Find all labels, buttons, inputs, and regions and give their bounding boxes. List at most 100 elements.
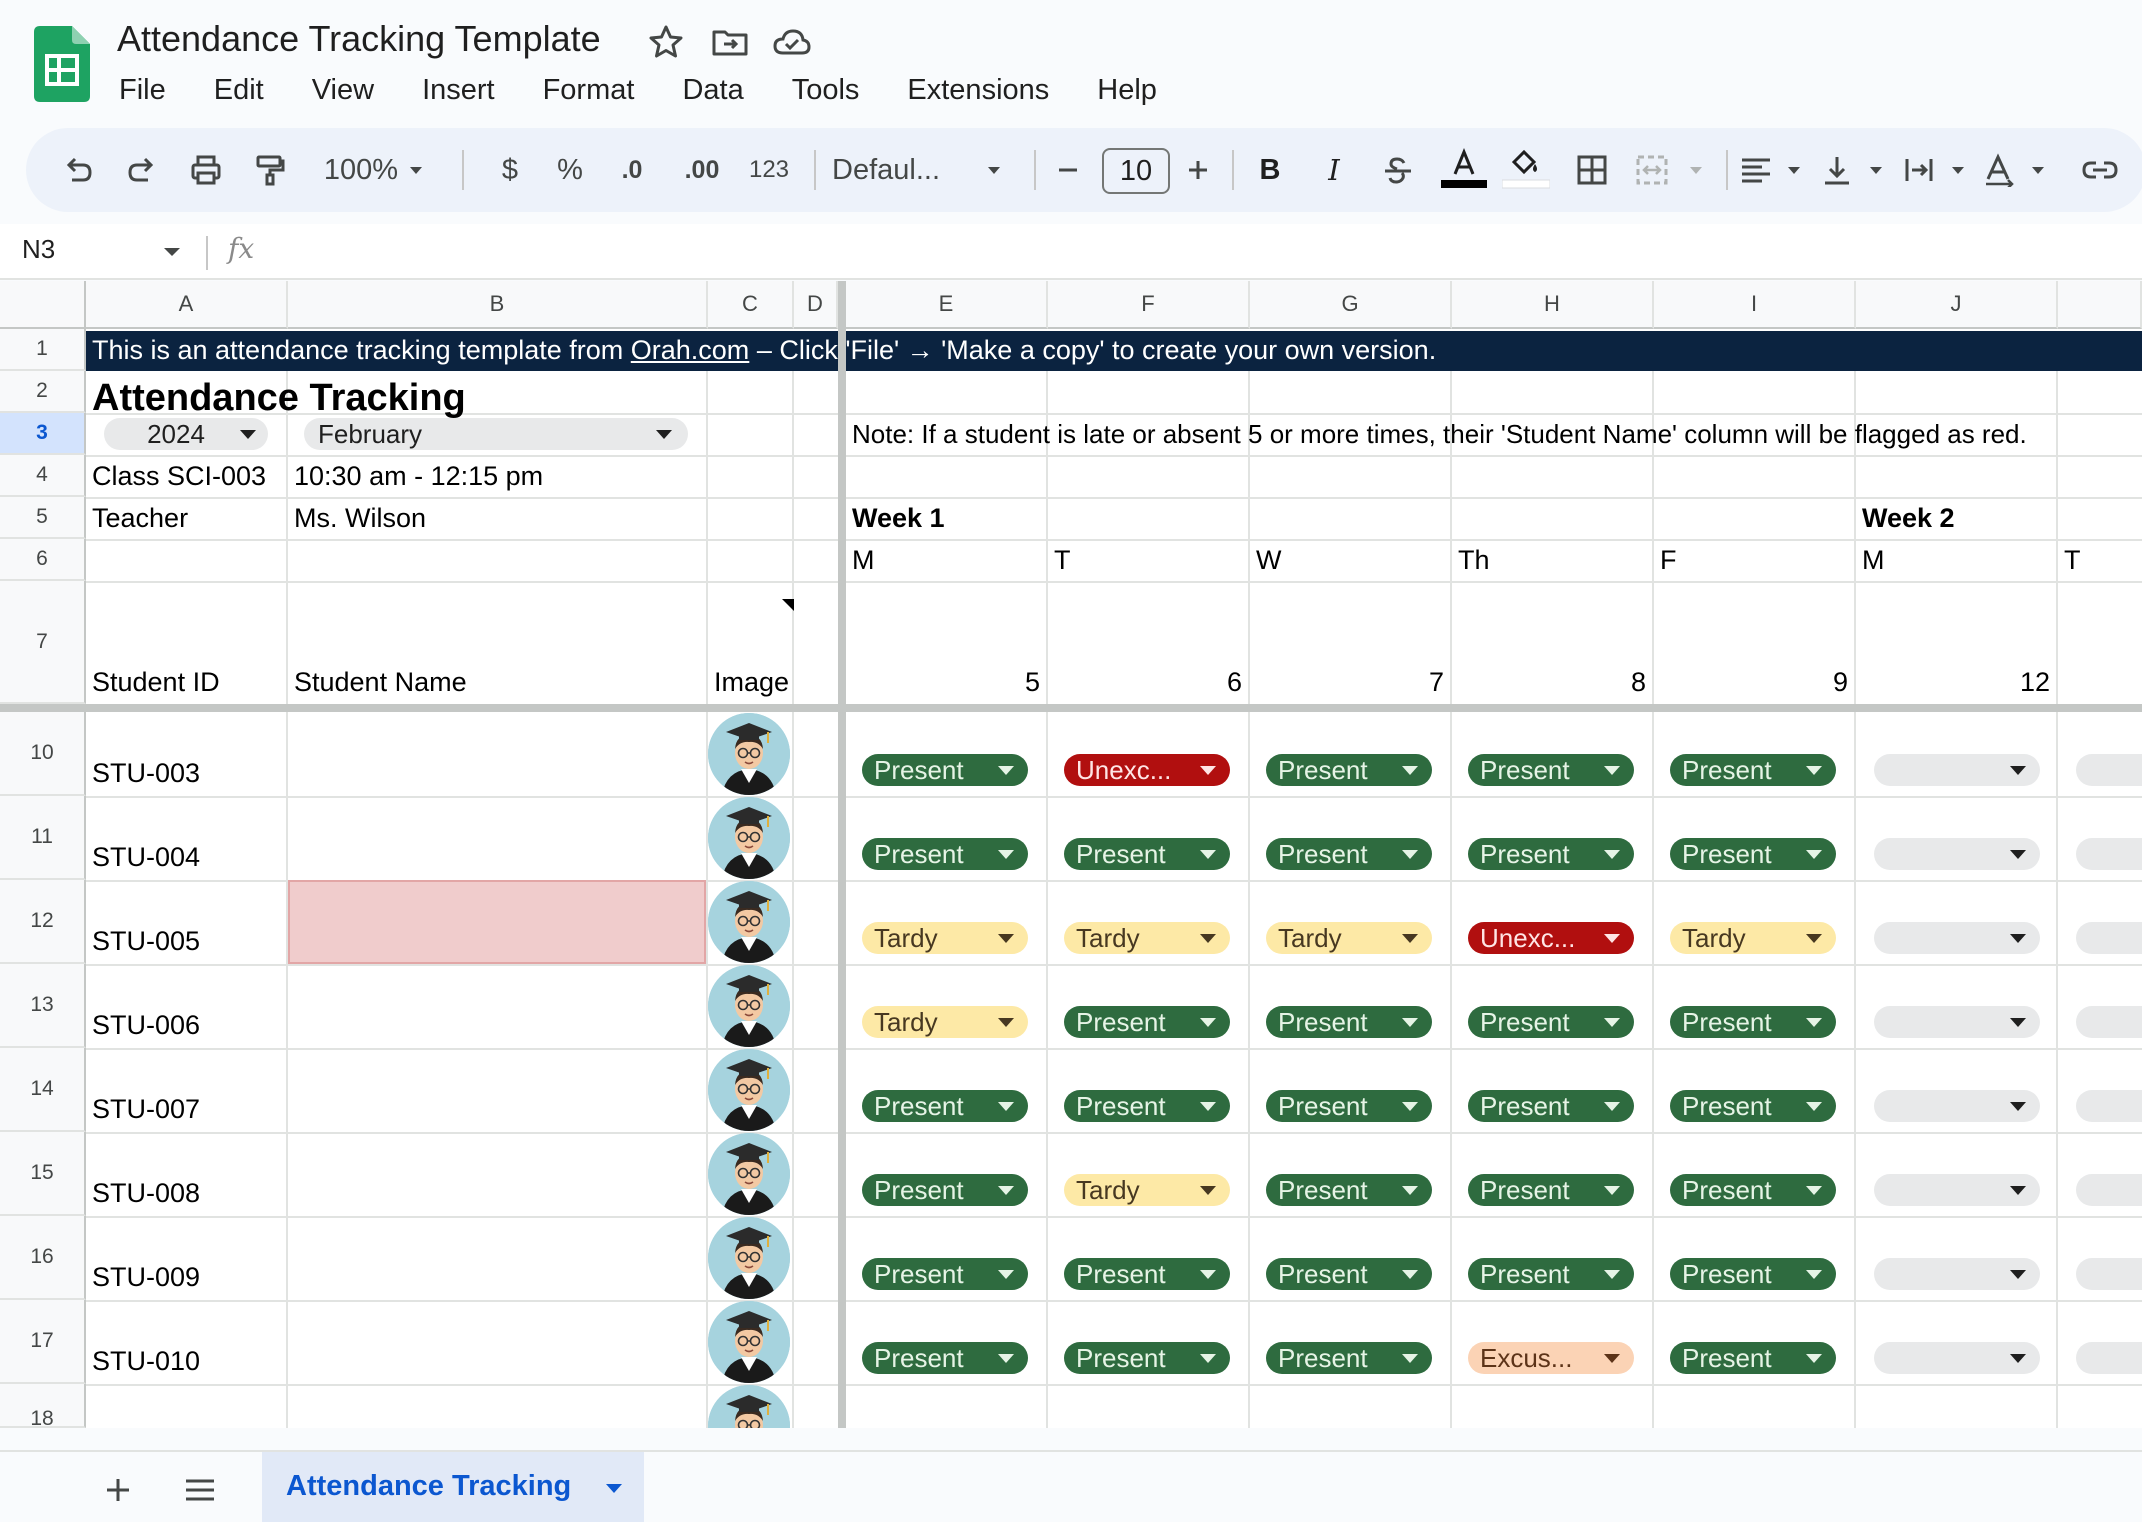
student-id-cell[interactable]: STU-006 [92, 1010, 200, 1041]
currency-format-button[interactable]: $ [488, 142, 532, 198]
column-header-e[interactable]: E [846, 281, 1048, 329]
attendance-status-dropdown[interactable]: Present [1670, 1342, 1836, 1374]
attendance-status-dropdown[interactable]: Present [1670, 1090, 1836, 1122]
column-header-b[interactable]: B [288, 281, 708, 329]
attendance-status-dropdown[interactable]: Present [1468, 1006, 1634, 1038]
attendance-status-dropdown[interactable]: Present [1266, 1090, 1432, 1122]
column-header-g[interactable]: G [1250, 281, 1452, 329]
italic-button[interactable]: I [1312, 142, 1356, 198]
name-box[interactable]: N3 [22, 234, 55, 265]
attendance-status-dropdown[interactable] [2076, 922, 2142, 954]
attendance-status-dropdown[interactable]: Tardy [862, 1006, 1028, 1038]
cloud-saved-icon[interactable] [772, 22, 812, 62]
row-header-16[interactable]: 16 [0, 1216, 86, 1300]
student-id-cell[interactable]: STU-008 [92, 1178, 200, 1209]
paint-format-icon[interactable] [248, 142, 292, 198]
row-header-3[interactable]: 3 [0, 413, 86, 455]
row-header-4[interactable]: 4 [0, 455, 86, 497]
star-icon[interactable] [646, 22, 686, 62]
attendance-status-dropdown[interactable]: Present [1266, 838, 1432, 870]
increase-font-size-icon[interactable] [1176, 142, 1220, 198]
attendance-status-dropdown[interactable]: Present [1266, 1174, 1432, 1206]
document-title[interactable]: Attendance Tracking Template [117, 18, 601, 60]
row-header-5[interactable]: 5 [0, 497, 86, 539]
attendance-status-dropdown[interactable] [1874, 1090, 2040, 1122]
font-family-select[interactable]: Defaul... [832, 142, 1022, 198]
attendance-status-dropdown[interactable]: Present [1266, 1258, 1432, 1290]
menu-view[interactable]: View [296, 70, 390, 110]
row-header-12[interactable]: 12 [0, 880, 86, 964]
all-sheets-menu-icon[interactable] [180, 1470, 220, 1510]
column-header-c[interactable]: C [708, 281, 794, 329]
student-id-cell[interactable]: STU-010 [92, 1346, 200, 1377]
attendance-status-dropdown[interactable]: Tardy [862, 922, 1028, 954]
select-all-corner[interactable] [0, 281, 86, 329]
attendance-status-dropdown[interactable] [2076, 1258, 2142, 1290]
attendance-status-dropdown[interactable]: Present [1670, 838, 1836, 870]
attendance-status-dropdown[interactable]: Present [862, 754, 1028, 786]
row-header-6[interactable]: 6 [0, 539, 86, 581]
undo-icon[interactable] [56, 142, 100, 198]
insert-link-icon[interactable] [2078, 142, 2122, 198]
flagged-name-cell[interactable] [288, 880, 706, 964]
attendance-status-dropdown[interactable]: Present [1468, 1258, 1634, 1290]
attendance-status-dropdown[interactable]: Present [1670, 754, 1836, 786]
attendance-status-dropdown[interactable]: Unexc... [1468, 922, 1634, 954]
attendance-status-dropdown[interactable]: Unexc... [1064, 754, 1230, 786]
attendance-status-dropdown[interactable]: Present [1670, 1258, 1836, 1290]
frozen-row-divider[interactable] [0, 704, 2142, 712]
text-wrapping-icon[interactable] [1902, 142, 1974, 198]
menu-tools[interactable]: Tools [776, 70, 876, 110]
chevron-down-icon[interactable] [606, 1484, 622, 1493]
row-header-1[interactable]: 1 [0, 329, 86, 371]
attendance-status-dropdown[interactable] [2076, 1090, 2142, 1122]
attendance-status-dropdown[interactable]: Excus... [1468, 1342, 1634, 1374]
add-sheet-icon[interactable] [98, 1470, 138, 1510]
attendance-status-dropdown[interactable]: Present [1064, 1342, 1230, 1374]
attendance-status-dropdown[interactable]: Present [1064, 1258, 1230, 1290]
attendance-status-dropdown[interactable]: Present [1468, 838, 1634, 870]
month-dropdown[interactable]: February [304, 418, 688, 450]
menu-help[interactable]: Help [1081, 70, 1173, 110]
attendance-status-dropdown[interactable]: Present [862, 1174, 1028, 1206]
horizontal-align-icon[interactable] [1738, 142, 1810, 198]
student-id-cell[interactable]: STU-007 [92, 1094, 200, 1125]
attendance-status-dropdown[interactable] [2076, 1342, 2142, 1374]
sheets-logo-icon[interactable] [34, 26, 90, 102]
row-header-2[interactable]: 2 [0, 371, 86, 413]
attendance-status-dropdown[interactable]: Present [862, 1258, 1028, 1290]
attendance-status-dropdown[interactable]: Present [1468, 1174, 1634, 1206]
attendance-status-dropdown[interactable] [1874, 1006, 2040, 1038]
attendance-status-dropdown[interactable] [2076, 754, 2142, 786]
frozen-column-divider[interactable] [838, 281, 846, 1428]
row-header-18[interactable]: 18 [0, 1384, 86, 1428]
attendance-status-dropdown[interactable] [2076, 838, 2142, 870]
decrease-font-size-icon[interactable] [1046, 142, 1090, 198]
text-color-icon[interactable] [1440, 142, 1488, 198]
student-id-cell[interactable]: STU-003 [92, 758, 200, 789]
row-header-7[interactable]: 7 [0, 581, 86, 704]
attendance-status-dropdown[interactable] [1874, 838, 2040, 870]
decrease-decimal-button[interactable]: .0 [608, 142, 656, 198]
column-header-i[interactable]: I [1654, 281, 1856, 329]
comment-indicator-icon[interactable] [782, 599, 794, 611]
attendance-status-dropdown[interactable]: Tardy [1266, 922, 1432, 954]
sheet-tab-label[interactable]: Attendance Tracking [286, 1470, 571, 1503]
attendance-status-dropdown[interactable]: Tardy [1670, 922, 1836, 954]
attendance-status-dropdown[interactable] [2076, 1174, 2142, 1206]
attendance-status-dropdown[interactable]: Present [1670, 1174, 1836, 1206]
student-id-cell[interactable]: STU-004 [92, 842, 200, 873]
attendance-status-dropdown[interactable]: Present [862, 838, 1028, 870]
column-header-f[interactable]: F [1048, 281, 1250, 329]
spreadsheet-grid[interactable]: A B C D E F G H I J 1 2 3 4 5 6 7 10 11 … [0, 281, 2142, 1428]
zoom-select[interactable]: 100% [316, 142, 436, 198]
attendance-status-dropdown[interactable]: Present [1064, 1090, 1230, 1122]
fill-color-icon[interactable] [1500, 142, 1552, 198]
attendance-status-dropdown[interactable] [1874, 1342, 2040, 1374]
print-icon[interactable] [184, 142, 228, 198]
menu-insert[interactable]: Insert [406, 70, 511, 110]
bold-button[interactable]: B [1248, 142, 1292, 198]
year-dropdown[interactable]: 2024 [104, 418, 268, 450]
number-format-button[interactable]: 123 [740, 142, 798, 198]
attendance-status-dropdown[interactable] [1874, 922, 2040, 954]
